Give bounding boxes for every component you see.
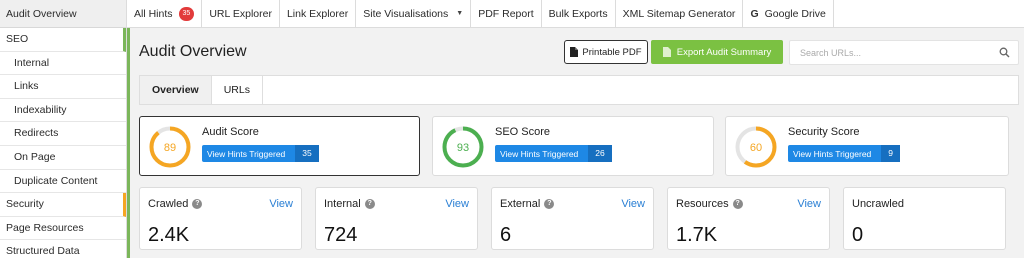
view-hints-button[interactable]: View Hints Triggered 9 <box>788 145 901 162</box>
sidebar-item-seo[interactable]: SEO <box>0 28 126 52</box>
external-stat-card: External? View 6 <box>491 187 654 250</box>
view-hints-label: View Hints Triggered <box>500 148 579 159</box>
seo-score-value: 93 <box>457 142 469 154</box>
external-label: External <box>500 198 541 210</box>
audit-score-value: 89 <box>164 142 176 154</box>
export-audit-summary-button[interactable]: Export Audit Summary <box>651 40 783 64</box>
resources-view-link[interactable]: View <box>797 198 821 210</box>
sidebar-item-on-page[interactable]: On Page <box>0 146 126 170</box>
uncrawled-stat-card: Uncrawled 0 <box>843 187 1006 250</box>
main-content: Audit Overview Printable PDF Export Audi… <box>127 28 1024 258</box>
tab-urls[interactable]: URLs <box>212 76 263 104</box>
uncrawled-label: Uncrawled <box>852 198 904 210</box>
external-view-link[interactable]: View <box>621 198 645 210</box>
crawled-stat-card: Crawled? View 2.4K <box>139 187 302 250</box>
internal-label-wrap: Internal? <box>324 198 375 210</box>
sidebar-item-indexability[interactable]: Indexability <box>0 99 126 123</box>
nav-google-drive[interactable]: G Google Drive <box>743 0 834 28</box>
sidebar-item-duplicate-content[interactable]: Duplicate Content <box>0 170 126 194</box>
nav-pdf-report[interactable]: PDF Report <box>471 0 542 28</box>
crawled-value: 2.4K <box>148 224 190 246</box>
nav-site-visualisations-label: Site Visualisations <box>363 8 449 20</box>
external-value: 6 <box>500 224 512 246</box>
internal-value: 724 <box>324 224 358 246</box>
hints-count: 35 <box>295 145 319 162</box>
nav-link-explorer[interactable]: Link Explorer <box>280 0 357 28</box>
nav-site-visualisations[interactable]: Site Visualisations ▼ <box>356 0 472 28</box>
sidebar-item-internal[interactable]: Internal <box>0 52 126 76</box>
document-icon <box>662 47 671 57</box>
audit-score-card[interactable]: 89 Audit Score View Hints Triggered 35 <box>139 116 420 176</box>
internal-stat-card: Internal? View 724 <box>315 187 478 250</box>
nav-google-drive-label: Google Drive <box>764 8 826 20</box>
internal-view-link[interactable]: View <box>445 198 469 210</box>
caret-down-icon: ▼ <box>456 10 464 17</box>
export-audit-summary-label: Export Audit Summary <box>676 46 772 58</box>
page-title: Audit Overview <box>139 43 247 60</box>
nav-url-explorer[interactable]: URL Explorer <box>202 0 280 28</box>
seo-score-title: SEO Score <box>495 126 551 138</box>
search-placeholder: Search URLs... <box>800 48 862 58</box>
search-icon[interactable] <box>999 47 1010 58</box>
google-icon: G <box>750 8 759 20</box>
sidebar-item-page-resources[interactable]: Page Resources <box>0 217 126 241</box>
top-nav: All Hints 35 URL Explorer Link Explorer … <box>127 0 1024 28</box>
sidebar-item-structured-data[interactable]: Structured Data <box>0 240 126 258</box>
sidebar-title-audit-overview[interactable]: Audit Overview <box>0 0 126 28</box>
nav-xml-sitemap[interactable]: XML Sitemap Generator <box>616 0 744 28</box>
view-hints-button[interactable]: View Hints Triggered 26 <box>495 145 612 162</box>
resources-stat-card: Resources? View 1.7K <box>667 187 830 250</box>
nav-bulk-exports[interactable]: Bulk Exports <box>542 0 616 28</box>
help-icon[interactable]: ? <box>732 199 743 209</box>
resources-label-wrap: Resources? <box>676 198 743 210</box>
sidebar-item-redirects[interactable]: Redirects <box>0 122 126 146</box>
view-hints-label: View Hints Triggered <box>207 148 286 159</box>
hints-count: 9 <box>881 145 901 162</box>
internal-label: Internal <box>324 198 361 210</box>
external-label-wrap: External? <box>500 198 555 210</box>
resources-label: Resources <box>676 198 729 210</box>
printable-pdf-button[interactable]: Printable PDF <box>564 40 648 64</box>
resources-value: 1.7K <box>676 224 718 246</box>
hints-count: 26 <box>588 145 612 162</box>
security-score-value: 60 <box>750 142 762 154</box>
seo-score-ring: 93 <box>442 126 484 168</box>
uncrawled-value: 0 <box>852 224 864 246</box>
help-icon[interactable]: ? <box>192 199 203 209</box>
document-icon <box>570 47 579 57</box>
uncrawled-label-wrap: Uncrawled <box>852 198 904 210</box>
help-icon[interactable]: ? <box>364 199 375 209</box>
sidebar: Audit Overview SEO Internal Links Indexa… <box>0 0 127 258</box>
sidebar-item-links[interactable]: Links <box>0 75 126 99</box>
audit-score-title: Audit Score <box>202 126 259 138</box>
security-score-title: Security Score <box>788 126 860 138</box>
security-score-card[interactable]: 60 Security Score View Hints Triggered 9 <box>725 116 1009 176</box>
view-hints-button[interactable]: View Hints Triggered 35 <box>202 145 319 162</box>
tab-bar: Overview URLs <box>139 75 1019 105</box>
crawled-label-wrap: Crawled? <box>148 198 203 210</box>
crawled-label: Crawled <box>148 198 189 210</box>
nav-all-hints[interactable]: All Hints 35 <box>127 0 203 28</box>
sidebar-item-security[interactable]: Security <box>0 193 126 217</box>
seo-score-card[interactable]: 93 SEO Score View Hints Triggered 26 <box>432 116 714 176</box>
security-score-ring: 60 <box>735 126 777 168</box>
tab-overview[interactable]: Overview <box>140 76 212 104</box>
search-input[interactable]: Search URLs... <box>789 40 1019 65</box>
hints-count-badge: 35 <box>178 7 195 21</box>
audit-score-ring: 89 <box>149 126 191 168</box>
nav-all-hints-label: All Hints <box>134 8 173 20</box>
crawled-view-link[interactable]: View <box>269 198 293 210</box>
printable-pdf-label: Printable PDF <box>582 46 642 58</box>
view-hints-label: View Hints Triggered <box>793 148 872 159</box>
help-icon[interactable]: ? <box>544 199 555 209</box>
